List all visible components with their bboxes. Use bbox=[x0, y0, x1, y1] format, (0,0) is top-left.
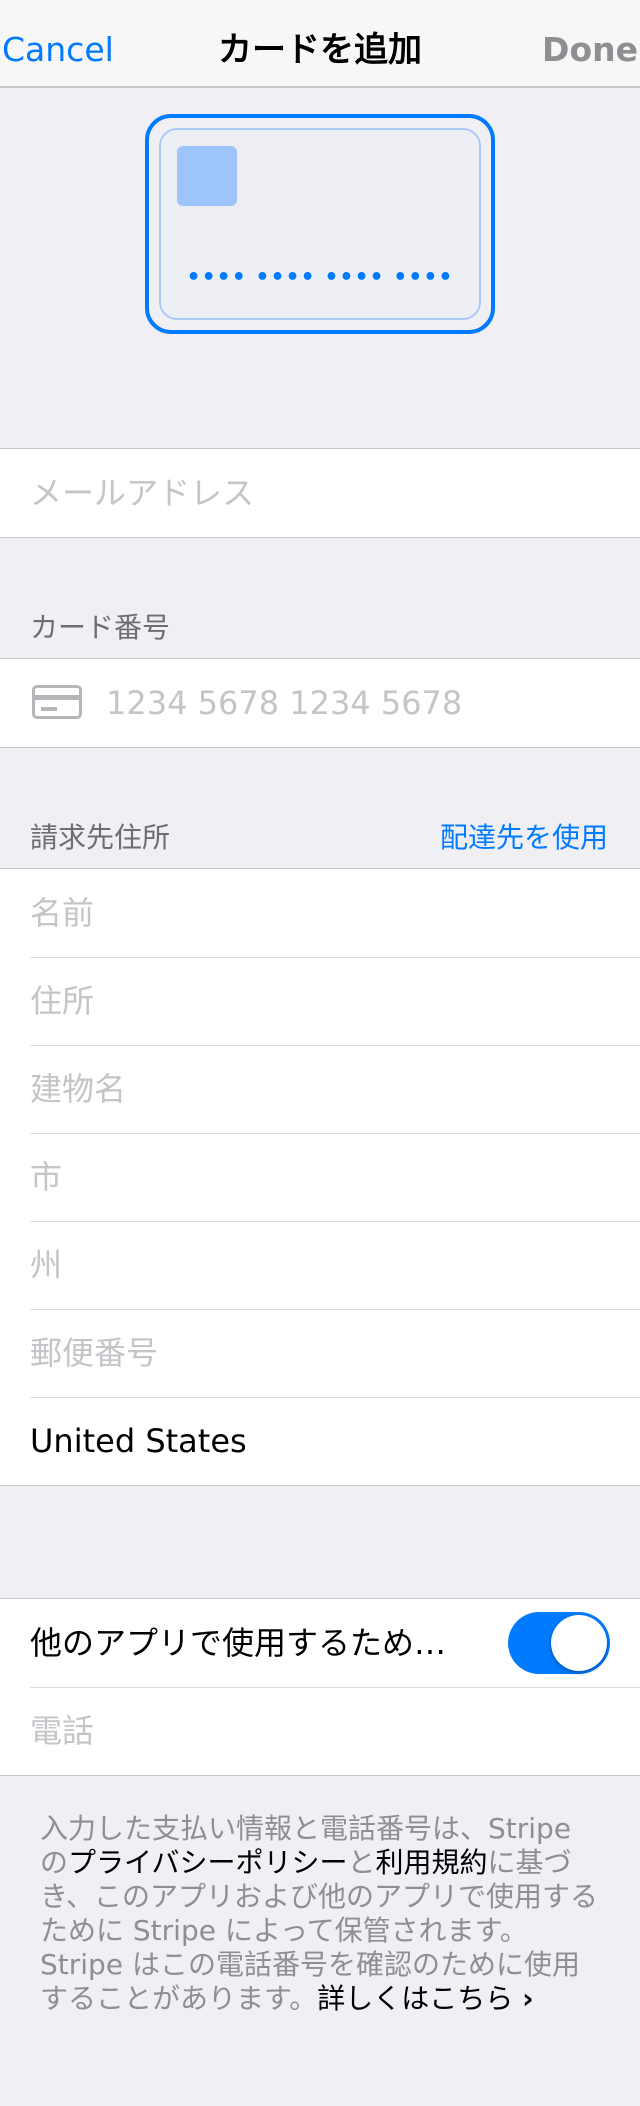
navigation-bar: カードを追加 Cancel Done bbox=[0, 0, 640, 88]
country-field[interactable]: United States bbox=[30, 1397, 247, 1485]
done-button[interactable]: Done bbox=[542, 30, 638, 70]
address-field[interactable]: 住所 bbox=[30, 957, 94, 1045]
building-field[interactable]: 建物名 bbox=[30, 1045, 126, 1133]
card-chip-icon bbox=[177, 146, 237, 206]
card-number-group: 1234 5678 1234 5678 bbox=[0, 658, 640, 748]
card-preview: •••• •••• •••• •••• bbox=[145, 114, 495, 334]
billing-postal-row[interactable]: 郵便番号 bbox=[0, 1309, 640, 1397]
cancel-button[interactable]: Cancel bbox=[2, 30, 114, 70]
email-group: メールアドレス bbox=[0, 448, 640, 538]
card-number-field[interactable]: 1234 5678 1234 5678 bbox=[106, 659, 462, 747]
privacy-policy-link[interactable]: プライバシーポリシー bbox=[68, 1846, 347, 1879]
save-info-row: 他のアプリで使用するため… bbox=[0, 1599, 640, 1687]
terms-link[interactable]: 利用規約 bbox=[375, 1846, 487, 1879]
card-preview-inner: •••• •••• •••• •••• bbox=[159, 128, 481, 320]
toggle-knob bbox=[551, 1615, 607, 1671]
billing-building-row[interactable]: 建物名 bbox=[0, 1045, 640, 1133]
save-info-label: 他のアプリで使用するため… bbox=[30, 1624, 447, 1662]
email-field[interactable]: メールアドレス bbox=[30, 449, 254, 537]
city-field[interactable]: 市 bbox=[30, 1133, 62, 1221]
save-info-group: 他のアプリで使用するため… 電話 bbox=[0, 1598, 640, 1776]
billing-country-row[interactable]: United States bbox=[0, 1397, 640, 1485]
use-shipping-address-button[interactable]: 配達先を使用 bbox=[440, 816, 608, 856]
disclosure-part2: と bbox=[347, 1846, 376, 1879]
billing-name-row[interactable]: 名前 bbox=[0, 869, 640, 957]
name-field[interactable]: 名前 bbox=[30, 869, 94, 957]
phone-field[interactable]: 電話 bbox=[30, 1687, 94, 1775]
billing-address-header: 請求先住所 bbox=[30, 821, 171, 854]
billing-city-row[interactable]: 市 bbox=[0, 1133, 640, 1221]
billing-address-group: 名前 住所 建物名 市 州 郵便番号 United States bbox=[0, 868, 640, 1486]
card-number-row[interactable]: 1234 5678 1234 5678 bbox=[0, 659, 640, 747]
card-number-header: カード番号 bbox=[30, 611, 171, 644]
billing-state-row[interactable]: 州 bbox=[0, 1221, 640, 1309]
save-info-toggle[interactable] bbox=[508, 1612, 610, 1674]
billing-address-row[interactable]: 住所 bbox=[0, 957, 640, 1045]
card-number-mask: •••• •••• •••• •••• bbox=[186, 265, 454, 290]
disclosure-text: 入力した支払い情報と電話番号は、Stripe のプライバシーポリシーと利用規約に… bbox=[40, 1812, 600, 2016]
learn-more-link[interactable]: 詳しくはこちら bbox=[317, 1982, 513, 2015]
credit-card-icon bbox=[32, 685, 82, 719]
phone-row[interactable]: 電話 bbox=[0, 1687, 640, 1775]
email-row[interactable]: メールアドレス bbox=[0, 449, 640, 537]
postal-code-field[interactable]: 郵便番号 bbox=[30, 1309, 158, 1397]
chevron-right-icon: › bbox=[522, 1982, 534, 2015]
state-field[interactable]: 州 bbox=[30, 1221, 62, 1309]
